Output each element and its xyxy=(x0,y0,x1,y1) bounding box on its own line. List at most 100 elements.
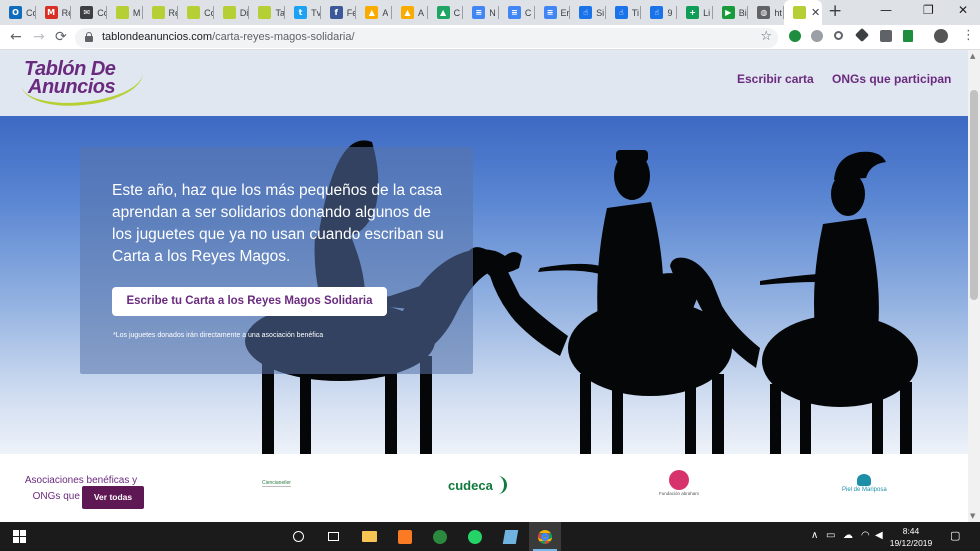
browser-toolbar: ← → ⟳ tablondeanuncios.com/carta-reyes-m… xyxy=(0,25,980,50)
site-logo[interactable]: Tablón De Anuncios xyxy=(20,59,147,112)
browser-tab[interactable]: Co xyxy=(178,0,214,25)
partner-logo-ciencianeiler[interactable]: Ciencianeiler xyxy=(262,480,291,487)
donation-note: *Los juguetes donados irán directamente … xyxy=(113,332,324,339)
taskbar-file-explorer[interactable] xyxy=(357,522,381,551)
tab-active[interactable]: ✕ xyxy=(784,0,822,25)
browser-menu-icon[interactable]: ⋮ xyxy=(962,28,975,43)
onedrive-icon[interactable]: ☁ xyxy=(843,530,853,541)
url-path: /carta-reyes-magos-solidaria/ xyxy=(212,31,355,43)
tab-separator xyxy=(782,6,784,19)
wifi-icon[interactable]: ◠ xyxy=(861,530,870,541)
google-sheets-icon: + xyxy=(686,6,700,19)
pointer-icon: ☝ xyxy=(650,6,664,19)
windows-start-button[interactable] xyxy=(0,522,38,551)
browser-tab[interactable]: OCo xyxy=(0,0,36,25)
logo-text-line2: Anuncios xyxy=(28,76,116,98)
hero-content-panel: Este año, haz que los más pequeños de la… xyxy=(80,147,473,374)
tab-title: Li xyxy=(703,7,711,18)
task-view-button[interactable] xyxy=(321,522,345,551)
volume-icon[interactable]: ◀ xyxy=(875,530,883,541)
browser-tab[interactable]: ✉Co xyxy=(71,0,107,25)
abraham-heart-icon xyxy=(669,470,690,490)
minimize-button[interactable]: — xyxy=(880,3,892,17)
meet-now-icon[interactable]: ▭ xyxy=(826,530,835,541)
browser-tab[interactable]: ▲ C xyxy=(428,0,464,25)
reload-button[interactable]: ⟳ xyxy=(55,29,67,45)
partner-logo-abraham[interactable]: Fundación abraham xyxy=(659,470,699,496)
tab-title: A xyxy=(418,7,425,18)
extension-chart-icon[interactable] xyxy=(903,30,913,42)
extension-green-icon[interactable] xyxy=(789,30,801,42)
whatsapp-icon xyxy=(468,529,482,544)
clock-time: 8:44 xyxy=(902,526,920,536)
profile-avatar[interactable] xyxy=(934,29,948,43)
browser-tab[interactable]: ☝ Si xyxy=(570,0,606,25)
taskbar-chrome[interactable] xyxy=(529,522,561,551)
scrollbar-thumb[interactable] xyxy=(970,90,978,300)
address-bar[interactable]: tablondeanuncios.com/carta-reyes-magos-s… xyxy=(75,28,778,48)
butterfly-icon xyxy=(857,474,872,486)
browser-tab[interactable]: MRe xyxy=(36,0,72,25)
extension-tool-icon[interactable] xyxy=(880,30,892,42)
browser-tab[interactable]: Di xyxy=(214,0,250,25)
extension-abp-icon[interactable] xyxy=(811,30,823,42)
partners-bar: Asociaciones benéficas y ONGs que colabo… xyxy=(0,454,968,522)
browser-tab[interactable]: ≡ Er xyxy=(535,0,571,25)
tab-title: ht xyxy=(774,7,782,18)
partner-logo-piel-de-mariposa[interactable]: Piel de Mariposa xyxy=(842,474,887,493)
new-tab-button[interactable]: + xyxy=(828,1,842,21)
taskbar-notes[interactable] xyxy=(498,522,522,551)
url-text: tablondeanuncios.com/carta-reyes-magos-s… xyxy=(102,31,355,43)
notifications-icon[interactable]: ▢ xyxy=(950,529,960,542)
partner-logo-cudeca[interactable]: cudeca xyxy=(448,476,507,494)
browser-tab[interactable]: t Tv xyxy=(285,0,321,25)
browser-tab[interactable]: ▲ A xyxy=(356,0,392,25)
browser-tab[interactable]: M xyxy=(107,0,143,25)
write-letter-button[interactable]: Escribe tu Carta a los Reyes Magos Solid… xyxy=(112,287,387,316)
browser-tab[interactable]: ◍ ht xyxy=(748,0,784,25)
gmail-icon: M xyxy=(44,6,58,19)
browser-tab[interactable]: ☝ 9 xyxy=(641,0,678,25)
browser-tab[interactable]: Ta xyxy=(249,0,286,25)
bookmark-star-icon[interactable]: ☆ xyxy=(760,29,772,44)
hootsuite-icon xyxy=(433,529,447,544)
browser-tab[interactable]: ≡ N xyxy=(463,0,499,25)
tab-title: C xyxy=(453,7,461,18)
extension-pin-icon[interactable] xyxy=(834,31,843,40)
scroll-down-icon[interactable]: ▼ xyxy=(970,512,975,520)
browser-tab[interactable]: ☝ Ti xyxy=(606,0,642,25)
close-tab-icon[interactable]: ✕ xyxy=(811,6,820,19)
browser-tab[interactable]: + Li xyxy=(677,0,713,25)
notes-icon xyxy=(502,529,518,544)
taskbar-xampp[interactable] xyxy=(393,522,417,551)
taskbar-hootsuite[interactable] xyxy=(428,522,452,551)
hero-headline: Este año, haz que los más pequeños de la… xyxy=(112,182,444,265)
see-all-button[interactable]: Ver todas xyxy=(82,486,144,509)
search-button[interactable] xyxy=(286,522,310,551)
taskbar-whatsapp[interactable] xyxy=(463,522,487,551)
browser-tab[interactable]: f Fe xyxy=(321,0,357,25)
back-button[interactable]: ← xyxy=(10,29,22,45)
globe-icon: ◍ xyxy=(757,6,771,19)
folder-icon xyxy=(361,531,377,542)
browser-tab[interactable]: Re xyxy=(143,0,179,25)
browser-tab[interactable]: ▲ A xyxy=(392,0,428,25)
site-header: Tablón De Anuncios Escribir carta ONGs q… xyxy=(0,50,968,116)
maximize-button[interactable]: ❐ xyxy=(923,3,934,17)
tablon-favicon-icon xyxy=(187,6,201,19)
analytics-icon: ▲ xyxy=(365,6,379,19)
piel-mariposa-text: Piel de Mariposa xyxy=(842,487,887,493)
show-hidden-icons[interactable]: ∧ xyxy=(811,530,818,541)
taskbar-clock[interactable]: 8:44 19/12/2019 xyxy=(887,525,935,549)
cudeca-leaf-icon xyxy=(495,476,507,494)
nav-ongs-que-participan[interactable]: ONGs que participan xyxy=(832,72,951,86)
twitter-icon: t xyxy=(294,6,308,19)
close-window-button[interactable]: ✕ xyxy=(958,3,968,17)
nav-escribir-carta[interactable]: Escribir carta xyxy=(737,72,814,86)
browser-tab[interactable]: ▶ Bi xyxy=(713,0,749,25)
pointer-icon: ☝ xyxy=(614,6,628,19)
page-scrollbar[interactable]: ▲ ▼ xyxy=(968,50,980,522)
scroll-up-icon[interactable]: ▲ xyxy=(970,52,975,60)
browser-tab[interactable]: ≡ C xyxy=(499,0,535,25)
forward-button[interactable]: → xyxy=(33,29,45,45)
